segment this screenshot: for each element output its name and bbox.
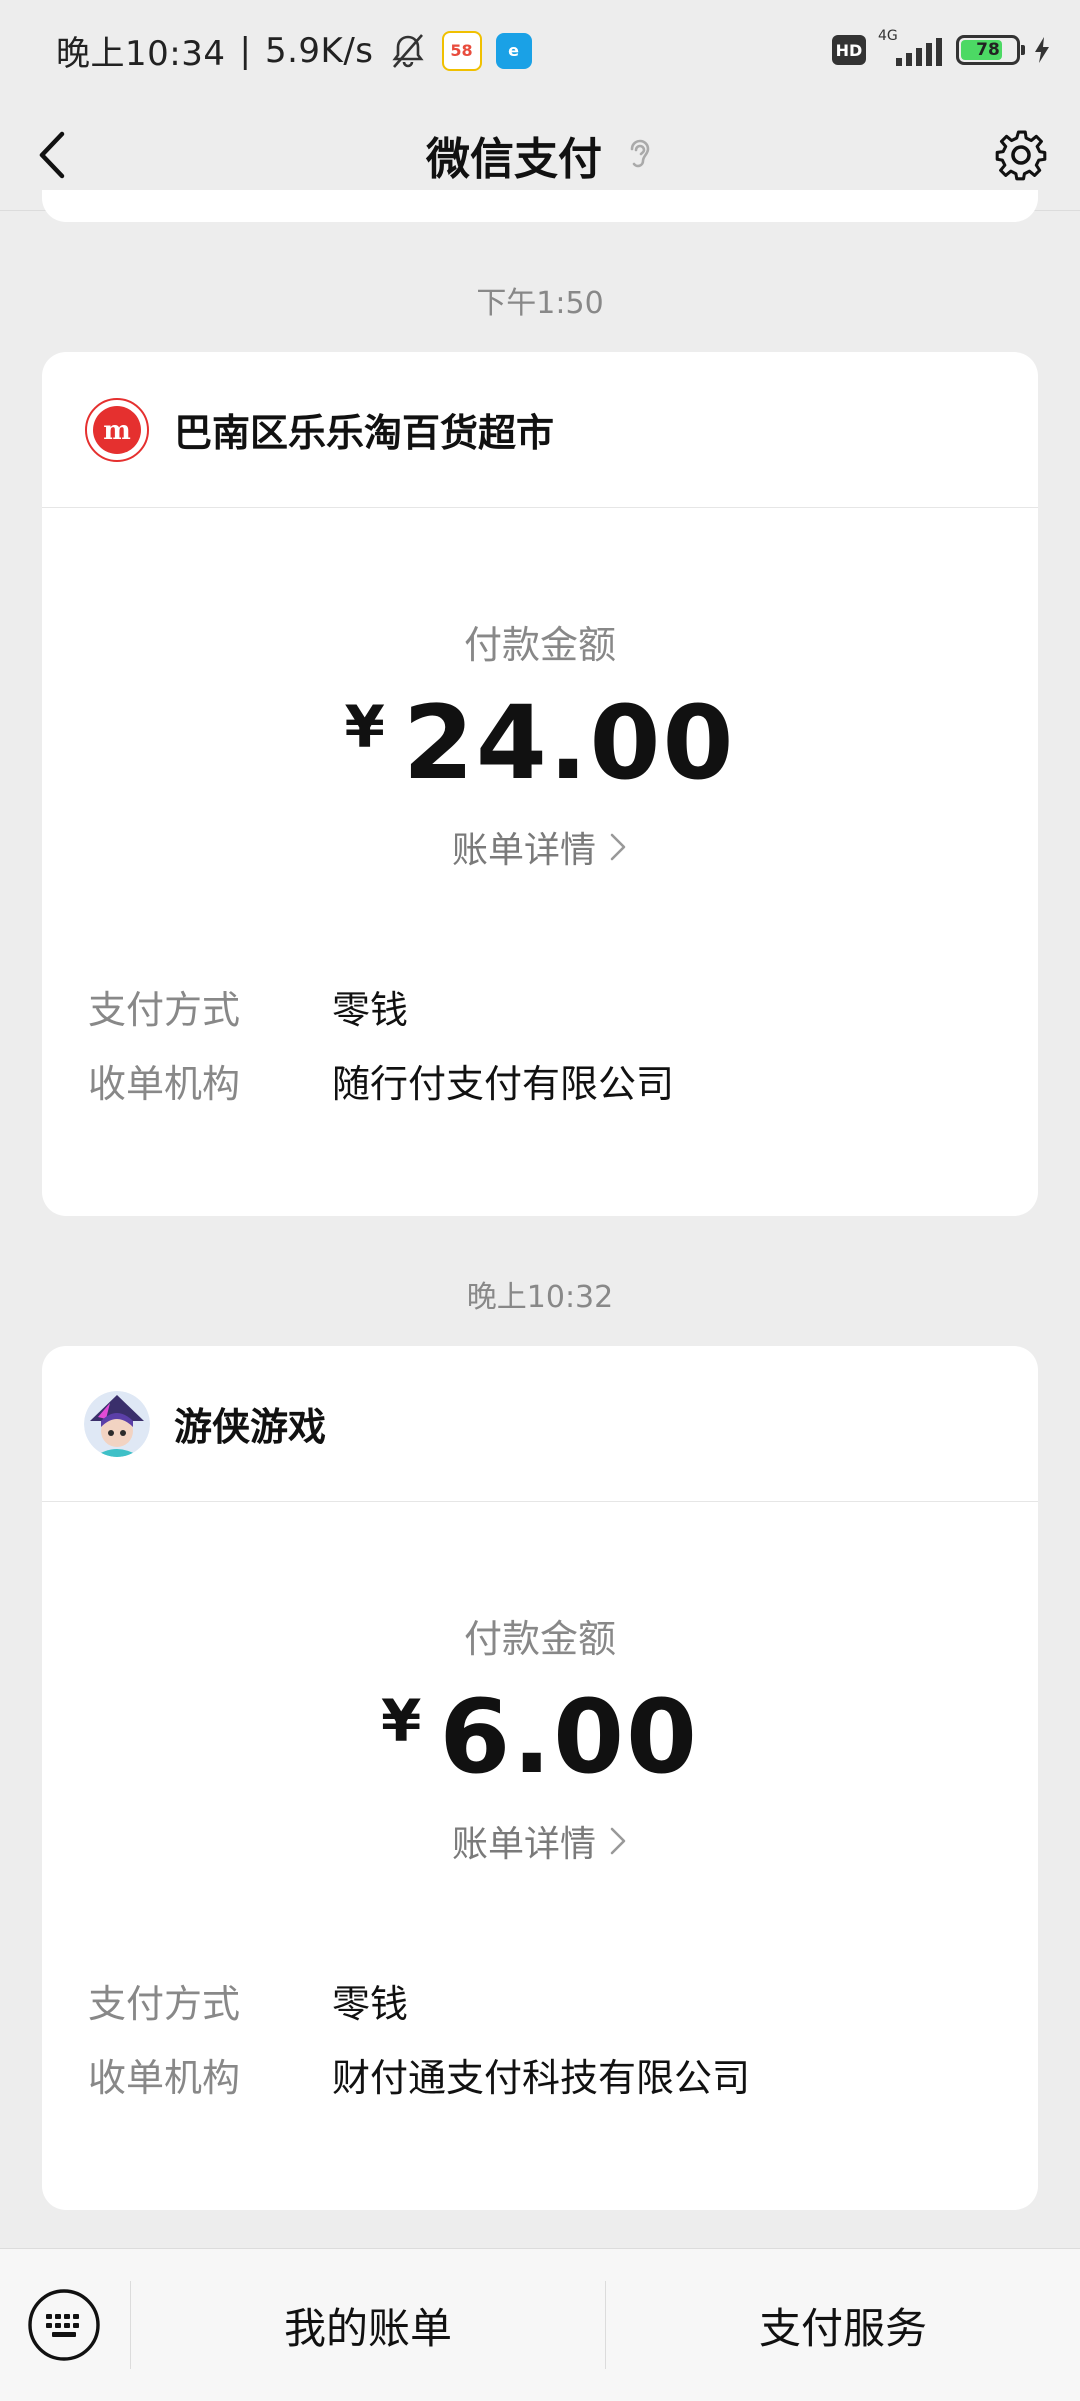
ear-icon[interactable]	[624, 135, 654, 175]
status-bar: 晚上10:34 | 5.9K/s 58 e HD 4G 78	[0, 0, 1080, 100]
svg-text:m: m	[103, 416, 131, 446]
payment-amount: 6.00	[439, 1678, 700, 1797]
info-row-payment-method: 支付方式 零钱	[88, 1963, 1038, 2037]
previous-card	[42, 190, 1038, 222]
keyboard-icon[interactable]	[26, 2287, 102, 2363]
payment-amount: 24.00	[402, 684, 736, 803]
payment-card[interactable]: 游侠游戏 付款金额 ¥ 6.00 账单详情 支付方式 零钱 收单机构 财付通支付…	[42, 1346, 1038, 2210]
bill-detail-label: 账单详情	[451, 1824, 596, 1865]
bill-detail-link[interactable]: 账单详情	[42, 821, 1038, 873]
bottom-menu-bar: 我的账单 支付服务	[0, 2248, 1080, 2401]
bill-detail-link[interactable]: 账单详情	[42, 1815, 1038, 1867]
gear-icon[interactable]	[992, 126, 1050, 184]
chevron-right-icon	[610, 833, 626, 861]
acquirer-value: 随行付支付有限公司	[332, 1061, 675, 1106]
menu-payment-services[interactable]: 支付服务	[606, 2249, 1080, 2401]
payment-method-value: 零钱	[332, 1981, 409, 2026]
page-title: 微信支付	[426, 134, 602, 185]
payment-info: 支付方式 零钱 收单机构 随行付支付有限公司	[42, 969, 1038, 1117]
merchant-avatar	[84, 1390, 150, 1457]
amount-row: ¥ 24.00	[42, 689, 1038, 799]
merchant-name: 游侠游戏	[174, 1405, 327, 1449]
status-separator: |	[239, 30, 251, 71]
currency-symbol: ¥	[344, 693, 385, 761]
payment-card[interactable]: m 巴南区乐乐淘百货超市 付款金额 ¥ 24.00 账单详情 支付方式 零钱 收…	[42, 352, 1038, 1216]
info-row-payment-method: 支付方式 零钱	[88, 969, 1038, 1043]
acquirer-value: 财付通支付科技有限公司	[332, 2055, 751, 2100]
payment-method-label: 支付方式	[88, 987, 241, 1032]
merchant-name: 巴南区乐乐淘百货超市	[174, 411, 555, 455]
hd-icon: HD	[832, 35, 866, 65]
58-app-icon: 58	[441, 30, 482, 71]
status-time: 晚上10:34	[56, 34, 226, 74]
message-timestamp: 晚上10:32	[466, 1280, 614, 1315]
acquirer-label: 收单机构	[88, 1061, 241, 1106]
amount-label: 付款金额	[463, 623, 616, 667]
bill-detail-label: 账单详情	[451, 830, 596, 871]
card-header[interactable]: 游侠游戏	[42, 1346, 1038, 1502]
payment-method-label: 支付方式	[88, 1981, 241, 2026]
acquirer-label: 收单机构	[88, 2055, 241, 2100]
message-timestamp: 下午1:50	[476, 286, 604, 321]
signal-icon: 4G	[878, 28, 944, 70]
info-row-acquirer: 收单机构 财付通支付科技有限公司	[88, 2037, 1038, 2111]
network-type: 4G	[878, 28, 898, 44]
payment-info: 支付方式 零钱 收单机构 财付通支付科技有限公司	[42, 1963, 1038, 2111]
status-left: 晚上10:34 | 5.9K/s 58 e	[56, 26, 532, 75]
merchant-avatar: m	[85, 397, 149, 462]
menu-my-bills[interactable]: 我的账单	[131, 2249, 605, 2401]
signal-bars	[896, 38, 942, 66]
amount-label: 付款金额	[463, 1617, 616, 1661]
battery-icon: 78	[956, 35, 1025, 65]
e-app-icon: e	[495, 32, 532, 69]
battery-level: 78	[976, 40, 1000, 60]
status-right: HD 4G 78	[832, 28, 1052, 70]
card-header[interactable]: m 巴南区乐乐淘百货超市	[42, 352, 1038, 508]
bell-muted-icon	[391, 33, 424, 68]
network-speed: 5.9K/s	[264, 30, 374, 71]
info-row-acquirer: 收单机构 随行付支付有限公司	[88, 1043, 1038, 1117]
back-icon[interactable]	[34, 128, 74, 182]
charging-icon	[1035, 37, 1049, 63]
chevron-right-icon	[610, 1827, 626, 1855]
amount-row: ¥ 6.00	[42, 1683, 1038, 1793]
currency-symbol: ¥	[380, 1687, 422, 1755]
payment-method-value: 零钱	[332, 987, 409, 1032]
